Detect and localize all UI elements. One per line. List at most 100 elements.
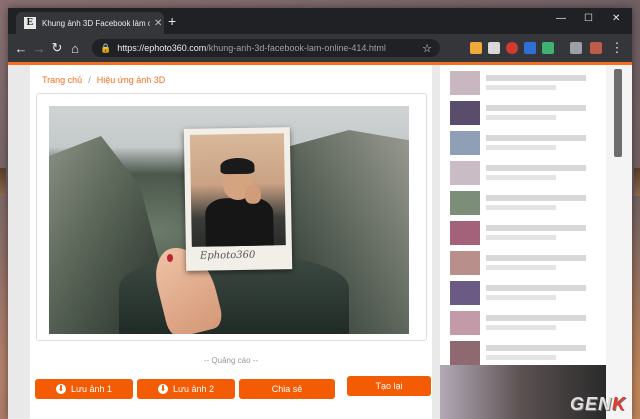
blurred-text <box>486 285 586 291</box>
thumbnail <box>450 131 480 155</box>
extension-icon[interactable] <box>590 42 602 54</box>
site-favicon-icon: E <box>24 17 36 29</box>
blurred-text <box>486 135 586 141</box>
breadcrumb-home-link[interactable]: Trang chủ <box>42 75 82 85</box>
sidebar-item[interactable] <box>450 71 600 95</box>
page-scrollbar[interactable] <box>606 65 632 419</box>
sidebar-item[interactable] <box>450 311 600 335</box>
blurred-text <box>486 315 586 321</box>
save-image-1-button[interactable]: ⬇ Lưu ảnh 1 <box>35 379 133 399</box>
blurred-text <box>486 225 586 231</box>
breadcrumb: Trang chủ / Hiệu ứng ảnh 3D <box>42 75 165 85</box>
extension-icon[interactable] <box>524 42 536 54</box>
back-icon[interactable]: ← <box>12 41 30 56</box>
genk-watermark: GENK <box>570 394 626 415</box>
blurred-text <box>486 345 586 351</box>
result-image: Ephoto360 <box>49 106 409 334</box>
breadcrumb-current-link[interactable]: Hiệu ứng ảnh 3D <box>97 75 166 85</box>
extensions-puzzle-icon[interactable] <box>570 42 582 54</box>
browser-tab[interactable]: E Khung ảnh 3D Facebook làm onl ✕ <box>16 12 164 34</box>
save-image-2-button[interactable]: ⬇ Lưu ảnh 2 <box>137 379 235 399</box>
blurred-text <box>486 175 556 180</box>
watermark-text: GEN <box>569 394 612 414</box>
extension-icon[interactable] <box>542 42 554 54</box>
sidebar-item[interactable] <box>450 191 600 215</box>
person-shirt <box>204 197 274 247</box>
menu-icon[interactable]: ⋮ <box>608 40 626 56</box>
polaroid-frame: Ephoto360 <box>183 127 293 271</box>
bookmark-star-icon[interactable]: ☆ <box>422 42 432 55</box>
thumbnail <box>450 311 480 335</box>
download-icon: ⬇ <box>55 384 66 394</box>
sidebar-item[interactable] <box>450 251 600 275</box>
sidebar-item[interactable] <box>450 221 600 245</box>
thumbnail <box>450 101 480 125</box>
blurred-text <box>486 235 556 240</box>
watermark-accent: K <box>612 394 626 414</box>
extension-icon[interactable] <box>470 42 482 54</box>
download-icon: ⬇ <box>157 384 168 394</box>
page-content: Trang chủ / Hiệu ứng ảnh 3D Ephoto360 --… <box>8 65 632 419</box>
sidebar-item[interactable] <box>450 161 600 185</box>
blurred-text <box>486 145 556 150</box>
sidebar-pixelated <box>440 65 606 419</box>
tab-title: Khung ảnh 3D Facebook làm onl <box>42 18 150 28</box>
address-bar[interactable]: 🔒 https://ephoto360.com/khung-anh-3d-fac… <box>92 39 440 57</box>
browser-toolbar: ← → ↻ ⌂ 🔒 https://ephoto360.com/khung-an… <box>8 34 632 62</box>
maximize-icon[interactable]: ☐ <box>584 13 593 24</box>
polaroid-photo <box>189 133 286 247</box>
thumbnail <box>450 251 480 275</box>
scrollbar-thumb[interactable] <box>614 69 622 157</box>
new-tab-button[interactable]: + <box>168 13 176 29</box>
lock-icon: 🔒 <box>100 42 112 53</box>
person-hand <box>244 185 262 204</box>
blurred-text <box>486 85 556 90</box>
thumbnail <box>450 341 480 365</box>
blurred-text <box>486 295 556 300</box>
blurred-text <box>486 205 556 210</box>
thumbnail <box>450 191 480 215</box>
sidebar-item[interactable] <box>450 341 600 365</box>
ad-label: -- Quảng cáo -- <box>203 356 259 365</box>
forward-icon[interactable]: → <box>30 41 48 56</box>
result-image-frame: Ephoto360 <box>36 93 427 341</box>
share-button[interactable]: Chia sẻ <box>239 379 335 399</box>
tab-bar: E Khung ảnh 3D Facebook làm onl ✕ + — ☐ … <box>8 8 632 34</box>
blurred-text <box>486 255 586 261</box>
sidebar-item[interactable] <box>450 281 600 305</box>
blurred-text <box>486 75 586 81</box>
person-hair <box>220 157 255 175</box>
main-column: Trang chủ / Hiệu ứng ảnh 3D Ephoto360 --… <box>30 65 432 419</box>
home-icon[interactable]: ⌂ <box>66 41 84 56</box>
desktop-icon[interactable] <box>634 168 640 196</box>
blurred-text <box>486 265 556 270</box>
blurred-text <box>486 115 556 120</box>
breadcrumb-separator: / <box>88 75 91 85</box>
blurred-text <box>486 105 586 111</box>
thumbnail <box>450 71 480 95</box>
sidebar-item[interactable] <box>450 101 600 125</box>
thumbnail <box>450 161 480 185</box>
thumbnail <box>450 221 480 245</box>
extension-icon[interactable] <box>506 42 518 54</box>
blurred-text <box>486 355 556 360</box>
close-tab-icon[interactable]: ✕ <box>154 18 162 29</box>
save-image-2-label: Lưu ảnh 2 <box>172 384 215 394</box>
fingernail <box>167 254 173 262</box>
reload-icon[interactable]: ↻ <box>48 40 66 56</box>
polaroid-caption: Ephoto360 <box>199 249 256 262</box>
close-window-icon[interactable]: ✕ <box>612 13 620 24</box>
blurred-text <box>486 195 586 201</box>
url-text: https://ephoto360.com/khung-anh-3d-faceb… <box>117 43 386 53</box>
minimize-icon[interactable]: — <box>556 13 566 24</box>
browser-window: E Khung ảnh 3D Facebook làm onl ✕ + — ☐ … <box>8 8 632 419</box>
desktop-icon[interactable] <box>0 168 6 196</box>
extension-icon[interactable] <box>488 42 500 54</box>
sidebar-item[interactable] <box>450 131 600 155</box>
recreate-button[interactable]: Tạo lại <box>347 376 431 396</box>
blurred-text <box>486 165 586 171</box>
blurred-text <box>486 325 556 330</box>
url-path: /khung-anh-3d-facebook-lam-online-414.ht… <box>206 43 386 53</box>
url-host: https://ephoto360.com <box>117 43 207 53</box>
thumbnail <box>450 281 480 305</box>
